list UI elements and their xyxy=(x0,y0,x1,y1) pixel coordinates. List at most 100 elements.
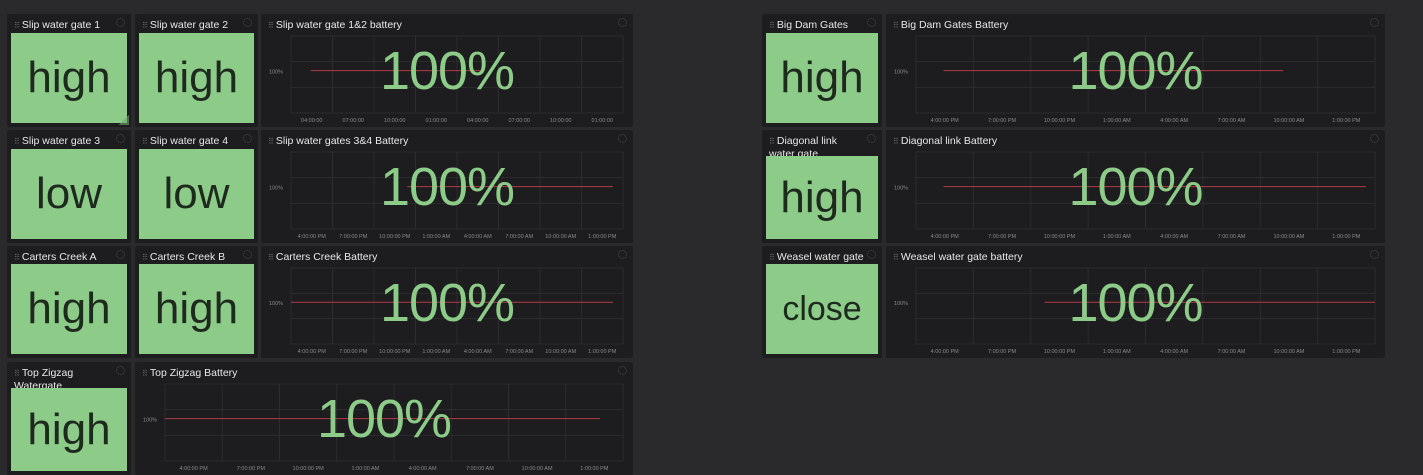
x-tick-label: 4:00:00 PM xyxy=(180,466,209,472)
drag-handle-icon[interactable]: ⠿ xyxy=(268,20,274,32)
x-tick-label: 7:00:00 PM xyxy=(339,234,368,240)
drag-handle-icon[interactable]: ⠿ xyxy=(142,368,148,380)
gear-icon[interactable] xyxy=(618,18,627,27)
panel-title: Weasel water gate battery xyxy=(900,251,1023,263)
gear-icon[interactable] xyxy=(618,250,627,259)
drag-handle-icon[interactable]: ⠿ xyxy=(893,20,899,32)
gear-icon[interactable] xyxy=(243,18,252,27)
x-tick-label: 1:00:00 PM xyxy=(1332,349,1361,355)
gate-panel-diagonal-link[interactable]: ⠿ Diagonal link water gate high xyxy=(762,130,882,243)
gate-status-value: high xyxy=(154,284,239,333)
gear-icon[interactable] xyxy=(618,134,627,143)
drag-handle-icon[interactable]: ⠿ xyxy=(893,252,899,264)
x-tick-label: 7:00:00 PM xyxy=(988,349,1017,355)
gate-panel-carters-a[interactable]: ⠿ Carters Creek A high xyxy=(7,246,131,358)
gate-status-tile: high xyxy=(139,264,254,354)
gate-status-tile: close xyxy=(766,264,878,354)
gear-icon[interactable] xyxy=(243,134,252,143)
gear-icon[interactable] xyxy=(867,250,876,259)
y-tick-label: 100% xyxy=(894,186,908,192)
x-tick-label: 4:00:00 AM xyxy=(1160,234,1188,240)
x-tick-label: 4:00:00 AM xyxy=(1160,118,1188,124)
x-tick-label: 10:00:00 AM xyxy=(1273,349,1304,355)
gear-icon[interactable] xyxy=(1370,134,1379,143)
battery-panel-slip-3-4[interactable]: 100% 4:00:00 PM 7:00:00 PM 10:00:00 PM 1:00:… xyxy=(261,130,633,243)
battery-panel-diagonal-link[interactable]: 100% 4:00:00 PM 7:00:00 PM 10:00:00 PM 1:00:… xyxy=(886,130,1385,243)
drag-handle-icon[interactable]: ⠿ xyxy=(14,368,20,380)
gear-icon[interactable] xyxy=(867,134,876,143)
gate-status-value: close xyxy=(782,289,862,328)
x-tick-label: 4:00:00 AM xyxy=(1160,349,1188,355)
gear-icon[interactable] xyxy=(867,18,876,27)
gate-panel-slip-3[interactable]: ⠿ Slip water gate 3 low xyxy=(7,130,131,243)
gear-icon[interactable] xyxy=(116,134,125,143)
gear-icon[interactable] xyxy=(116,366,125,375)
drag-handle-icon[interactable]: ⠿ xyxy=(893,136,899,148)
battery-panel-slip-1-2[interactable]: 100% 04:00:00 07:00:00 10:00:00 01:00:00 04:0… xyxy=(261,14,633,127)
x-tick-label: 7:00:00 PM xyxy=(988,234,1017,240)
drag-handle-icon[interactable]: ⠿ xyxy=(142,20,148,32)
gear-icon[interactable] xyxy=(1370,18,1379,27)
y-tick-label: 100% xyxy=(894,301,908,307)
x-tick-label: 4:00:00 PM xyxy=(298,349,327,355)
x-tick-label: 10:00:00 PM xyxy=(293,466,325,472)
y-tick-label: 100% xyxy=(143,418,157,424)
x-tick-label: 04:00:00 xyxy=(467,118,488,124)
panel-title: Diagonal link Battery xyxy=(900,135,998,147)
gear-icon[interactable] xyxy=(243,250,252,259)
y-tick-label: 100% xyxy=(269,186,283,192)
gate-panel-slip-4[interactable]: ⠿ Slip water gate 4 low xyxy=(135,130,258,243)
gate-panel-big-dam[interactable]: ⠿ Big Dam Gates high xyxy=(762,14,882,127)
battery-panel-carters[interactable]: 100% 4:00:00 PM 7:00:00 PM 10:00:00 PM 1:00:… xyxy=(261,246,633,358)
x-tick-label: 1:00:00 AM xyxy=(1103,349,1131,355)
y-tick-label: 100% xyxy=(269,70,283,76)
panel-title: Slip water gate 1 xyxy=(21,19,101,31)
gate-panel-weasel[interactable]: ⠿ Weasel water gate close xyxy=(762,246,882,358)
x-tick-label: 4:00:00 PM xyxy=(931,234,960,240)
drag-handle-icon[interactable]: ⠿ xyxy=(268,252,274,264)
x-tick-label: 1:00:00 PM xyxy=(588,234,617,240)
gate-panel-carters-b[interactable]: ⠿ Carters Creek B high xyxy=(135,246,258,358)
x-tick-label: 07:00:00 xyxy=(509,118,530,124)
drag-handle-icon[interactable]: ⠿ xyxy=(14,252,20,264)
x-tick-label: 7:00:00 AM xyxy=(466,466,494,472)
resize-handle-icon[interactable] xyxy=(119,115,129,125)
gate-panel-slip-2[interactable]: ⠿ Slip water gate 2 high xyxy=(135,14,258,127)
x-tick-label: 10:00:00 PM xyxy=(1044,118,1076,124)
battery-panel-weasel[interactable]: 100% 4:00:00 PM 7:00:00 PM 10:00:00 PM 1:00:… xyxy=(886,246,1385,358)
gate-status-tile: high xyxy=(139,33,254,123)
battery-panel-top-zigzag[interactable]: 100% 4:00:00 PM 7:00:00 PM 10:00:00 PM 1:00:… xyxy=(135,362,633,475)
x-tick-label: 07:00:00 xyxy=(343,118,364,124)
gear-icon[interactable] xyxy=(116,250,125,259)
gear-icon[interactable] xyxy=(116,18,125,27)
panel-title: Big Dam Gates Battery xyxy=(900,19,1009,31)
drag-handle-icon[interactable]: ⠿ xyxy=(769,20,775,32)
x-tick-label: 1:00:00 AM xyxy=(1103,234,1131,240)
drag-handle-icon[interactable]: ⠿ xyxy=(14,20,20,32)
x-tick-label: 10:00:00 AM xyxy=(1273,234,1304,240)
x-tick-label: 01:00:00 xyxy=(426,118,447,124)
y-tick-label: 100% xyxy=(269,301,283,307)
drag-handle-icon[interactable]: ⠿ xyxy=(142,136,148,148)
panel-title: Weasel water gate xyxy=(776,251,864,263)
x-tick-label: 7:00:00 PM xyxy=(988,118,1017,124)
gate-status-value: high xyxy=(27,284,111,333)
gate-panel-slip-1[interactable]: ⠿ Slip water gate 1 high xyxy=(7,14,131,127)
gate-status-tile: high xyxy=(11,33,127,123)
drag-handle-icon[interactable]: ⠿ xyxy=(769,252,775,264)
drag-handle-icon[interactable]: ⠿ xyxy=(142,252,148,264)
gear-icon[interactable] xyxy=(1370,250,1379,259)
gate-status-tile: high xyxy=(766,33,878,123)
panel-title: Slip water gate 2 xyxy=(149,19,229,31)
x-tick-label: 10:00:00 PM xyxy=(1044,349,1076,355)
drag-handle-icon[interactable]: ⠿ xyxy=(14,136,20,148)
gate-panel-top-zigzag[interactable]: ⠿ Top Zigzag Watergate high xyxy=(7,362,131,475)
gate-status-value: high xyxy=(154,53,239,102)
battery-panel-big-dam[interactable]: 100% 4:00:00 PM 7:00:00 PM 10:00:00 PM 1:00:… xyxy=(886,14,1385,127)
drag-handle-icon[interactable]: ⠿ xyxy=(268,136,274,148)
x-tick-label: 7:00:00 AM xyxy=(1218,349,1246,355)
gear-icon[interactable] xyxy=(618,366,627,375)
x-tick-label: 7:00:00 PM xyxy=(237,466,266,472)
drag-handle-icon[interactable]: ⠿ xyxy=(769,136,775,148)
x-tick-label: 7:00:00 AM xyxy=(505,234,533,240)
